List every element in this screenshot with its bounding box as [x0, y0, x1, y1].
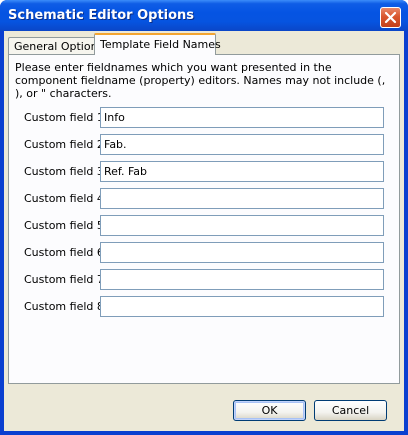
- custom-field-row-5: Custom field 5: [9, 215, 399, 237]
- custom-field-1-input[interactable]: [100, 107, 384, 128]
- custom-field-4-label: Custom field 4: [24, 192, 104, 205]
- custom-field-7-label: Custom field 7: [24, 273, 104, 286]
- window-title: Schematic Editor Options: [8, 8, 195, 23]
- custom-field-8-label: Custom field 8: [24, 300, 104, 313]
- dialog-window: Schematic Editor Options General Options…: [0, 0, 408, 435]
- instructions-text: Please enter fieldnames which you want p…: [15, 61, 386, 100]
- custom-field-8-input[interactable]: [100, 296, 384, 317]
- custom-field-3-label: Custom field 3: [24, 165, 104, 178]
- dialog-client-area: General Options Template Field Names Ple…: [4, 31, 404, 431]
- custom-field-1-label: Custom field 1: [24, 111, 104, 124]
- close-icon: [384, 11, 397, 24]
- close-button[interactable]: [380, 7, 401, 28]
- ok-button[interactable]: OK: [233, 400, 306, 421]
- custom-field-row-2: Custom field 2: [9, 134, 399, 156]
- custom-field-row-8: Custom field 8: [9, 296, 399, 318]
- custom-field-row-7: Custom field 7: [9, 269, 399, 291]
- custom-field-6-label: Custom field 6: [24, 246, 104, 259]
- tab-template-field-names[interactable]: Template Field Names: [94, 33, 221, 55]
- custom-field-4-input[interactable]: [100, 188, 384, 209]
- title-bar[interactable]: Schematic Editor Options: [0, 0, 408, 31]
- custom-field-row-1: Custom field 1: [9, 107, 399, 129]
- custom-field-row-3: Custom field 3: [9, 161, 399, 183]
- custom-field-5-label: Custom field 5: [24, 219, 104, 232]
- custom-field-2-input[interactable]: [100, 134, 384, 155]
- template-field-names-panel: Please enter fieldnames which you want p…: [8, 54, 400, 384]
- custom-field-3-input[interactable]: [100, 161, 384, 182]
- tab-general-options[interactable]: General Options: [8, 37, 103, 54]
- custom-field-row-4: Custom field 4: [9, 188, 399, 210]
- custom-field-2-label: Custom field 2: [24, 138, 104, 151]
- cancel-button[interactable]: Cancel: [314, 400, 387, 421]
- custom-field-row-6: Custom field 6: [9, 242, 399, 264]
- custom-field-6-input[interactable]: [100, 242, 384, 263]
- custom-field-5-input[interactable]: [100, 215, 384, 236]
- custom-field-7-input[interactable]: [100, 269, 384, 290]
